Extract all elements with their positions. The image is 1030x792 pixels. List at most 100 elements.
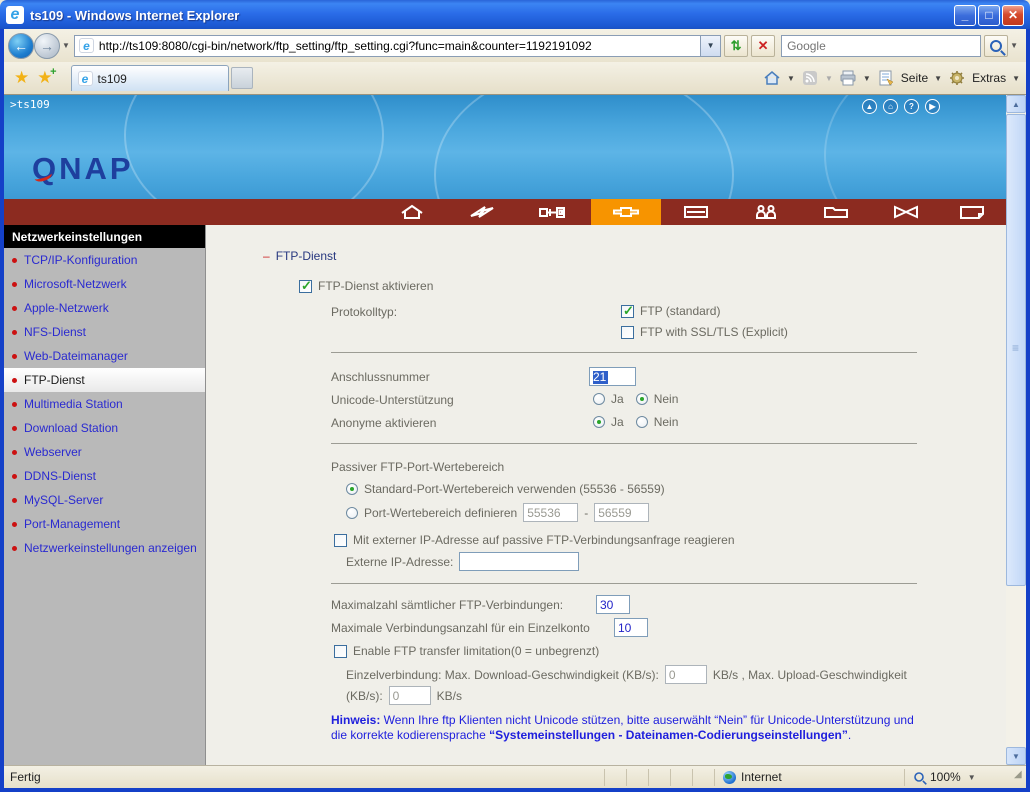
close-button[interactable]: ✕ [1002,5,1024,26]
bullet-icon [12,522,17,527]
passive-define-radio[interactable] [346,507,358,519]
zoom-dropdown-icon[interactable]: ▼ [968,773,976,782]
print-dropdown-icon[interactable]: ▼ [863,74,871,83]
zoom-control[interactable]: 100% ▼ [904,769,1014,786]
help-icon[interactable]: ? [904,99,919,114]
add-favorite-icon[interactable]: ★ [37,68,52,88]
ftp-ssl-checkbox[interactable] [621,326,634,339]
passive-from-input[interactable] [523,503,578,522]
stop-button[interactable]: ✕ [751,35,775,57]
address-dropdown-icon[interactable]: ▼ [701,35,721,57]
print-icon[interactable] [839,70,857,86]
sidebar-item-tcpip[interactable]: TCP/IP-Konfiguration [4,248,205,272]
sidebar-item-microsoft[interactable]: Microsoft-Netzwerk [4,272,205,296]
nav-system-tools-icon[interactable] [517,199,587,225]
sidebar-item-multimedia[interactable]: Multimedia Station [4,392,205,416]
limit-upload-suffix: KB/s [437,689,462,703]
collapse-icon[interactable]: – [263,249,270,263]
extras-label[interactable]: Extras [972,71,1006,85]
title-bar[interactable]: e ts109 - Windows Internet Explorer _ □ … [0,0,1030,30]
status-segment [648,769,670,786]
refresh-button[interactable]: ⇅ [724,35,748,57]
page-icon: e [79,38,94,53]
scroll-up-icon[interactable]: ▲ [1006,95,1026,113]
nav-users-icon[interactable] [731,199,801,225]
extras-dropdown-icon[interactable]: ▼ [1012,74,1020,83]
sidebar-item-ftp[interactable]: FTP-Dienst [4,368,205,392]
unicode-yes-radio[interactable] [593,393,605,405]
passive-standard-radio[interactable] [346,483,358,495]
gear-icon[interactable] [948,70,966,86]
sidebar-item-webserver[interactable]: Webserver [4,440,205,464]
home-portal-icon[interactable]: ⌂ [883,99,898,114]
maximize-button[interactable]: □ [978,5,1000,26]
page-viewport: >ts109 QNAP ▲ ⌂ ? ▶ [4,95,1026,765]
scrollbar-thumb[interactable] [1006,114,1026,586]
sidebar-item-nfs[interactable]: NFS-Dienst [4,320,205,344]
limit-download-input[interactable] [665,665,707,684]
page-icon-toolbar[interactable] [877,70,895,86]
zoom-level: 100% [930,770,961,784]
qnap-banner: >ts109 QNAP ▲ ⌂ ? ▶ [4,95,1006,199]
search-box[interactable] [781,35,981,57]
address-bar[interactable]: e http://ts109:8080/cgi-bin/network/ftp_… [74,35,701,57]
next-icon[interactable]: ▶ [925,99,940,114]
nav-network-icon[interactable] [591,199,661,225]
nav-home-icon[interactable] [377,199,447,225]
nav-backup-icon[interactable] [937,199,1007,225]
unicode-no-radio[interactable] [636,393,648,405]
sidebar-item-shownetwork[interactable]: Netzwerkeinstellungen anzeigen [4,536,205,560]
sidebar-item-mysql[interactable]: MySQL-Server [4,488,205,512]
history-dropdown-icon[interactable]: ▼ [62,41,70,50]
minimize-button[interactable]: _ [954,5,976,26]
search-button[interactable] [984,35,1008,57]
passive-to-input[interactable] [594,503,649,522]
ftp-standard-checkbox[interactable] [621,305,634,318]
main-navbar [4,199,1006,225]
sidebar-item-apple[interactable]: Apple-Netzwerk [4,296,205,320]
external-ip-check-label: Mit externer IP-Adresse auf passive FTP-… [353,533,735,547]
home-icon[interactable] [763,70,781,86]
breadcrumb: >ts109 [10,98,50,111]
scroll-down-icon[interactable]: ▼ [1006,747,1026,765]
bullet-icon [12,474,17,479]
home-dropdown-icon[interactable]: ▼ [787,74,795,83]
sidebar-item-portmgmt[interactable]: Port-Management [4,512,205,536]
back-button[interactable]: ← [8,33,34,59]
transfer-limit-checkbox[interactable] [334,645,347,658]
sidebar-item-ddns[interactable]: DDNS-Dienst [4,464,205,488]
anonymous-no-radio[interactable] [636,416,648,428]
bullet-icon [12,282,17,287]
search-dropdown-icon[interactable]: ▼ [1010,41,1018,50]
resize-grip[interactable]: ◢ [1014,769,1026,786]
limit-upload-input[interactable] [389,686,431,705]
seite-dropdown-icon[interactable]: ▼ [934,74,942,83]
tab-ts109[interactable]: e ts109 [71,65,229,91]
url-text[interactable]: http://ts109:8080/cgi-bin/network/ftp_se… [99,39,592,53]
new-tab-button[interactable] [231,67,253,89]
anonymous-yes-radio[interactable] [593,416,605,428]
logout-icon[interactable]: ▲ [862,99,877,114]
port-label: Anschlussnummer [331,370,430,384]
max-single-input[interactable] [614,618,648,637]
external-ip-checkbox[interactable] [334,534,347,547]
search-input[interactable] [787,39,975,53]
nav-services-icon[interactable] [871,199,941,225]
vertical-scrollbar[interactable]: ▲ ▼ [1006,95,1026,765]
browser-window: e ts109 - Windows Internet Explorer _ □ … [0,0,1030,792]
nav-hardware-icon[interactable] [661,199,731,225]
divider [331,443,917,444]
port-input[interactable] [589,367,636,386]
nav-shares-icon[interactable] [801,199,871,225]
bullet-icon [12,426,17,431]
favorites-icon[interactable]: ★ [14,68,29,88]
forward-button[interactable]: → [34,33,60,59]
bullet-icon [12,378,17,383]
seite-label[interactable]: Seite [901,71,928,85]
sidebar-item-webfile[interactable]: Web-Dateimanager [4,344,205,368]
nav-quick-config-icon[interactable] [447,199,517,225]
max-all-input[interactable] [596,595,630,614]
external-ip-input[interactable] [459,552,579,571]
enable-ftp-checkbox[interactable] [299,280,312,293]
sidebar-item-download[interactable]: Download Station [4,416,205,440]
